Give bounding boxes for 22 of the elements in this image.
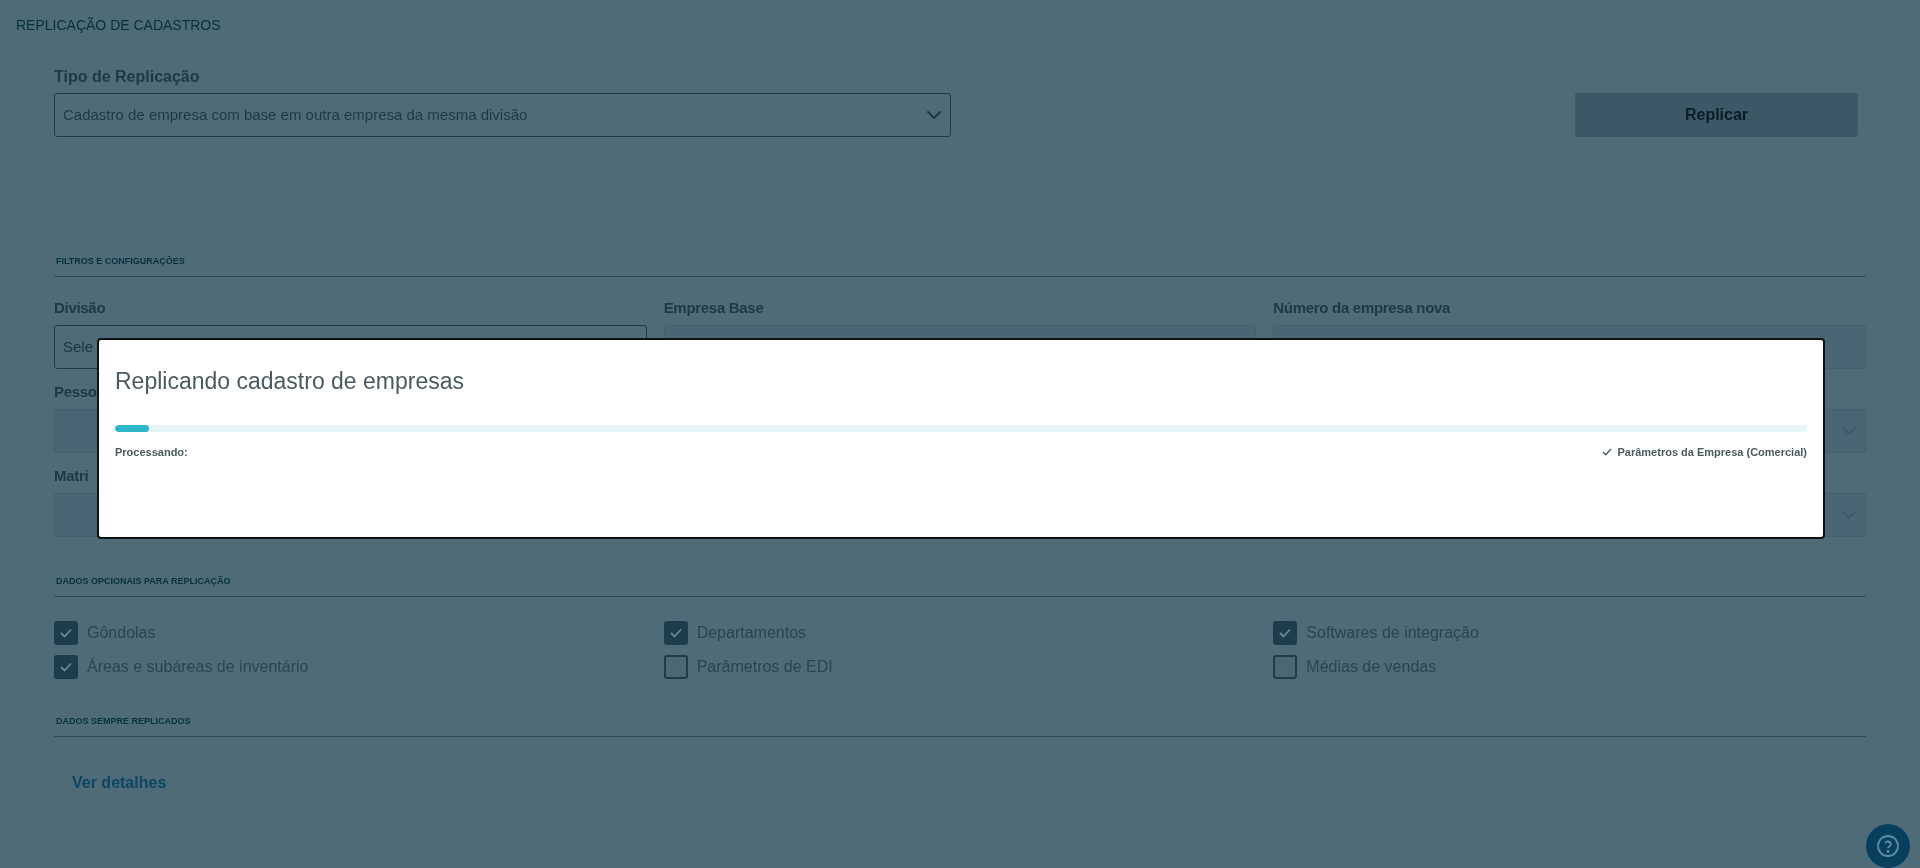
current-step: Parâmetros da Empresa (Comercial) <box>1617 443 1807 460</box>
section-heading: FILTROS E CONFIGURAÇÕES <box>56 256 185 266</box>
section-heading: DADOS SEMPRE REPLICADOS <box>56 716 191 726</box>
checkbox[interactable] <box>1273 621 1298 645</box>
check-icon <box>1279 628 1292 638</box>
dialog-title: Replicando cadastro de empresas <box>115 367 466 396</box>
check-icon <box>60 628 72 638</box>
check-icon <box>60 662 72 672</box>
help-button[interactable] <box>1866 824 1910 868</box>
checkbox[interactable] <box>54 655 78 679</box>
help-icon <box>1876 834 1900 858</box>
page-title: REPLICAÇÃO DE CADASTROS <box>16 17 221 33</box>
checkbox[interactable] <box>663 655 688 679</box>
check-icon <box>669 628 682 638</box>
check-icon <box>1602 447 1613 456</box>
checkbox[interactable] <box>54 621 78 645</box>
status-label: Processando: <box>115 444 188 460</box>
checkbox[interactable] <box>663 621 688 645</box>
chevron-down-icon <box>926 110 942 120</box>
details-link[interactable]: Ver detalhes <box>72 774 167 791</box>
section-heading: DADOS OPCIONAIS PARA REPLICAÇÃO <box>56 576 231 586</box>
checkbox[interactable] <box>1273 655 1298 679</box>
